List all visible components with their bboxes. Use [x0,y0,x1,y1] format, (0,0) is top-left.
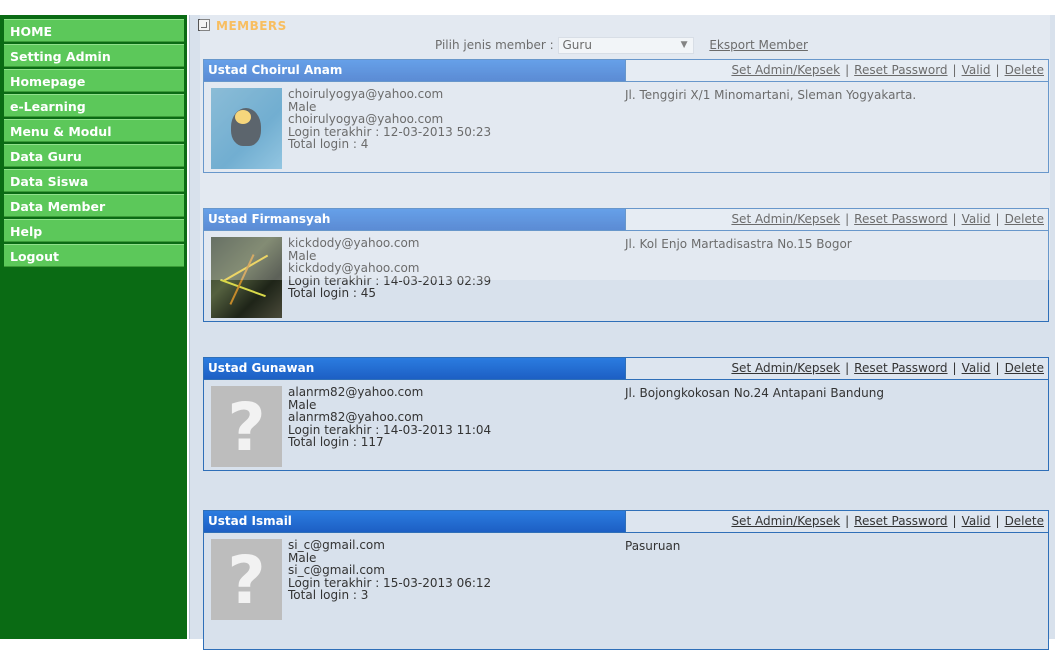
member-email: alanrm82@yahoo.com [288,385,424,399]
member-address: Jl. Bojongkokosan No.24 Antapani Bandung [625,386,884,400]
sidebar-item-e-learning[interactable]: e-Learning [4,94,184,117]
sidebar-item-menu-modul[interactable]: Menu & Modul [4,119,184,142]
avatar: ? [211,539,282,620]
member-info: si_c@gmail.com Male si_c@gmail.com Login… [288,539,491,602]
member-card: Ustad Firmansyah Set Admin/Kepsek | Reset … [203,208,1049,322]
sidebar-item-help[interactable]: Help [4,219,184,242]
member-actions: Set Admin/Kepsek | Reset Password | Valid | De… [626,60,1048,81]
reset-password-link[interactable]: Reset Password [854,514,947,528]
chevron-down-icon: ▼ [680,40,688,50]
member-card-header: Ustad Gunawan Set Admin/Kepsek | Reset Pas… [204,358,1048,380]
page-title-text: MEMBERS [216,19,287,33]
question-mark-icon: ? [227,542,266,619]
member-card-header: Ustad Firmansyah Set Admin/Kepsek | Reset … [204,209,1048,231]
page-title: MEMBERS [198,19,287,33]
export-member-link[interactable]: Eksport Member [709,38,808,52]
main-content: MEMBERS Pilih jenis member : Guru ▼ Eksp… [189,15,1055,650]
member-type-value: Guru [562,38,592,52]
sidebar-item-homepage[interactable]: Homepage [4,69,184,92]
set-admin-link[interactable]: Set Admin/Kepsek [731,361,840,375]
delete-link[interactable]: Delete [1005,514,1044,528]
member-info: choirulyogya@yahoo.com Male choirulyogya… [288,88,491,151]
action-separator: | [995,514,1000,528]
member-name: Ustad Choirul Anam [204,60,626,81]
sidebar-item-data-siswa[interactable]: Data Siswa [4,169,184,192]
member-email-secondary: si_c@gmail.com [288,563,385,577]
valid-link[interactable]: Valid [962,63,991,77]
action-separator: | [952,514,957,528]
action-separator: | [952,212,957,226]
member-email-secondary: alanrm82@yahoo.com [288,410,424,424]
action-separator: | [995,63,1000,77]
member-card-header: Ustad Ismail Set Admin/Kepsek | Reset Pass… [204,511,1048,533]
delete-link[interactable]: Delete [1005,361,1044,375]
member-total-login: Total login : 45 [288,286,377,300]
sidebar-menu: HOME Setting Admin Homepage e-Learning M… [4,19,184,269]
member-info: kickdody@yahoo.com Male kickdody@yahoo.c… [288,237,491,300]
member-name: Ustad Firmansyah [204,209,626,230]
sidebar-item-logout[interactable]: Logout [4,244,184,267]
member-email: si_c@gmail.com [288,538,385,552]
member-email-secondary: choirulyogya@yahoo.com [288,112,444,126]
member-info: alanrm82@yahoo.com Male alanrm82@yahoo.c… [288,386,491,449]
set-admin-link[interactable]: Set Admin/Kepsek [731,63,840,77]
member-address: Pasuruan [625,539,681,553]
minimize-icon[interactable] [198,19,210,31]
delete-link[interactable]: Delete [1005,63,1044,77]
action-separator: | [845,212,850,226]
avatar: ? [211,386,282,467]
member-card-body: ? si_c@gmail.com Male si_c@gmail.com Log… [204,533,1048,623]
action-separator: | [995,361,1000,375]
member-actions: Set Admin/Kepsek | Reset Password | Valid | De… [626,209,1048,230]
member-total-login: Total login : 4 [288,137,369,151]
valid-link[interactable]: Valid [962,514,991,528]
member-name: Ustad Ismail [204,511,626,532]
delete-link[interactable]: Delete [1005,212,1044,226]
member-type-select[interactable]: Guru ▼ [557,37,694,54]
reset-password-link[interactable]: Reset Password [854,212,947,226]
action-separator: | [845,361,850,375]
member-card-header: Ustad Choirul Anam Set Admin/Kepsek | Rese… [204,60,1048,82]
member-card: Ustad Choirul Anam Set Admin/Kepsek | Rese… [203,59,1049,173]
member-total-login: Total login : 117 [288,435,384,449]
member-actions: Set Admin/Kepsek | Reset Password | Valid | De… [626,511,1048,532]
member-card: Ustad Gunawan Set Admin/Kepsek | Reset Pas… [203,357,1049,471]
reset-password-link[interactable]: Reset Password [854,361,947,375]
avatar [211,88,282,169]
action-separator: | [845,63,850,77]
question-mark-icon: ? [227,389,266,466]
member-card-body: ? alanrm82@yahoo.com Male alanrm82@yahoo… [204,380,1048,470]
member-email: kickdody@yahoo.com [288,236,420,250]
member-card-body: kickdody@yahoo.com Male kickdody@yahoo.c… [204,231,1048,321]
set-admin-link[interactable]: Set Admin/Kepsek [731,212,840,226]
member-email: choirulyogya@yahoo.com [288,87,444,101]
action-separator: | [995,212,1000,226]
member-card: Ustad Ismail Set Admin/Kepsek | Reset Pass… [203,510,1049,650]
member-total-login: Total login : 3 [288,588,369,602]
member-filter: Pilih jenis member : Guru ▼ Eksport Memb… [435,37,808,54]
action-separator: | [845,514,850,528]
reset-password-link[interactable]: Reset Password [854,63,947,77]
member-email-secondary: kickdody@yahoo.com [288,261,420,275]
valid-link[interactable]: Valid [962,361,991,375]
sidebar-item-home[interactable]: HOME [4,19,184,42]
sidebar-item-data-guru[interactable]: Data Guru [4,144,184,167]
valid-link[interactable]: Valid [962,212,991,226]
sidebar-item-data-member[interactable]: Data Member [4,194,184,217]
member-name: Ustad Gunawan [204,358,626,379]
member-actions: Set Admin/Kepsek | Reset Password | Valid | De… [626,358,1048,379]
filter-label: Pilih jenis member : [435,38,554,52]
set-admin-link[interactable]: Set Admin/Kepsek [731,514,840,528]
avatar [211,237,282,318]
action-separator: | [952,63,957,77]
member-card-body: choirulyogya@yahoo.com Male choirulyogya… [204,82,1048,172]
sidebar-item-setting-admin[interactable]: Setting Admin [4,44,184,67]
member-address: Jl. Tenggiri X/1 Minomartani, Sleman Yog… [625,88,917,102]
action-separator: | [952,361,957,375]
sidebar: HOME Setting Admin Homepage e-Learning M… [0,15,187,639]
member-address: Jl. Kol Enjo Martadisastra No.15 Bogor [625,237,852,251]
